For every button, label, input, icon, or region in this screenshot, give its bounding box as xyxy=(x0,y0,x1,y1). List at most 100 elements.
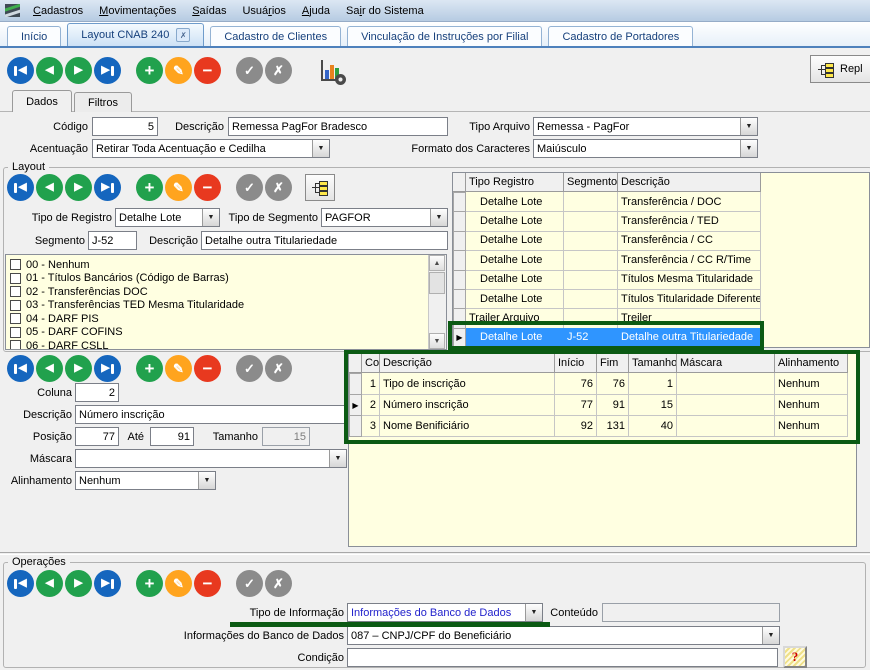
operations-insert-record-button[interactable]: + xyxy=(136,570,163,597)
grid-cell[interactable] xyxy=(677,373,775,395)
list-item[interactable]: 02 - Transferências DOC xyxy=(10,285,148,298)
operations-delete-record-button[interactable]: − xyxy=(194,570,221,597)
columns-edit-record-button[interactable]: ✎ xyxy=(165,355,192,382)
grid-cell[interactable]: Detalhe Lote xyxy=(466,270,564,290)
grid-cell[interactable]: Títulos Titularidade Diferente xyxy=(618,289,761,309)
colunas-grid[interactable]: Col.DescriçãoInícioFimTamanhoMáscaraAlin… xyxy=(348,353,857,547)
grid-cell[interactable]: 1 xyxy=(629,373,677,395)
grid-cell[interactable]: J-52 xyxy=(564,328,618,348)
grid-cell[interactable]: Nenhum xyxy=(775,373,848,395)
scroll-down-icon[interactable]: ▼ xyxy=(429,333,445,349)
grid-cell[interactable] xyxy=(564,231,618,251)
grid-cell[interactable]: Número inscrição xyxy=(380,394,555,416)
tipo-arquivo-combo[interactable]: Remessa - PagFor ▼ xyxy=(533,117,758,136)
list-item[interactable]: 05 - DARF COFINS xyxy=(10,326,123,339)
grid-cell[interactable]: Nome Benificiário xyxy=(380,415,555,437)
tab-cadastro-de-portadores[interactable]: Cadastro de Portadores xyxy=(548,26,693,46)
grid-cell[interactable]: 1 xyxy=(362,373,380,395)
row-indicator[interactable] xyxy=(453,211,466,231)
layout-insert-record-button[interactable]: + xyxy=(136,174,163,201)
grid-cell[interactable]: Títulos Mesma Titularidade xyxy=(618,270,761,290)
tipo-registro-combo[interactable]: Detalhe Lote ▼ xyxy=(115,208,220,227)
tab-dados[interactable]: Dados xyxy=(12,90,72,112)
grid-cell[interactable]: 40 xyxy=(629,415,677,437)
operations-last-record-button[interactable]: ▶ xyxy=(94,570,121,597)
replicate-button[interactable]: Repl xyxy=(810,55,870,83)
tab-close-icon[interactable]: ✗ xyxy=(176,28,190,42)
grid-cell[interactable]: Nenhum xyxy=(775,394,848,416)
main-post-record-button[interactable]: ✓ xyxy=(236,57,263,84)
chevron-down-icon[interactable]: ▼ xyxy=(762,627,779,644)
list-item[interactable]: 03 - Transferências TED Mesma Titularida… xyxy=(10,299,244,312)
operations-post-record-button[interactable]: ✓ xyxy=(236,570,263,597)
scroll-up-icon[interactable]: ▲ xyxy=(429,255,445,271)
grid-cell[interactable] xyxy=(564,250,618,270)
main-cancel-record-button[interactable]: ✗ xyxy=(265,57,292,84)
row-indicator[interactable] xyxy=(453,192,466,212)
tab-vinculacao-de-instrucoes-por-filial[interactable]: Vinculação de Instruções por Filial xyxy=(347,26,542,46)
grid-cell[interactable]: Transferência / TED xyxy=(618,211,761,231)
grid-cell[interactable]: Transferência / CC R/Time xyxy=(618,250,761,270)
chevron-down-icon[interactable]: ▼ xyxy=(430,209,447,226)
main-insert-record-button[interactable]: + xyxy=(136,57,163,84)
grid-cell[interactable]: Nenhum xyxy=(775,415,848,437)
layout-descricao-input[interactable] xyxy=(201,231,448,250)
chevron-down-icon[interactable]: ▼ xyxy=(740,140,757,157)
columns-next-record-button[interactable]: ▶ xyxy=(65,355,92,382)
grid-cell[interactable]: Transferência / DOC xyxy=(618,192,761,212)
columns-post-record-button[interactable]: ✓ xyxy=(236,355,263,382)
coluna-input[interactable] xyxy=(75,383,119,402)
grid-cell[interactable] xyxy=(564,211,618,231)
checkbox[interactable] xyxy=(10,259,21,270)
layout-replicate-button[interactable] xyxy=(305,174,335,201)
layout-prior-record-button[interactable]: ◀ xyxy=(36,174,63,201)
row-indicator[interactable] xyxy=(453,231,466,251)
occurrence-listbox[interactable]: ▲ ▼ 00 - Nenhum01 - Títulos Bancários (C… xyxy=(5,254,447,350)
menu-item-usuarios[interactable]: Usuários xyxy=(234,3,293,19)
list-item[interactable]: 06 - DARF CSLL xyxy=(10,339,109,350)
tipo-segmento-combo[interactable]: PAGFOR ▼ xyxy=(321,208,448,227)
checkbox[interactable] xyxy=(10,300,21,311)
operations-cancel-record-button[interactable]: ✗ xyxy=(265,570,292,597)
chevron-down-icon[interactable]: ▼ xyxy=(329,450,346,467)
grid-cell[interactable]: Detalhe Lote xyxy=(466,328,564,348)
tab-cadastro-de-clientes[interactable]: Cadastro de Clientes xyxy=(210,26,341,46)
list-scrollbar[interactable]: ▲ ▼ xyxy=(428,255,446,349)
formato-caracteres-combo[interactable]: Maiúsculo ▼ xyxy=(533,139,758,158)
chart-settings-button[interactable] xyxy=(318,57,346,85)
grid-cell[interactable]: Detalhe Lote xyxy=(466,289,564,309)
row-indicator[interactable] xyxy=(453,289,466,309)
operations-first-record-button[interactable]: ◀ xyxy=(7,570,34,597)
operations-next-record-button[interactable]: ▶ xyxy=(65,570,92,597)
checkbox[interactable] xyxy=(10,327,21,338)
operations-edit-record-button[interactable]: ✎ xyxy=(165,570,192,597)
row-indicator[interactable] xyxy=(453,270,466,290)
grid-cell[interactable]: 15 xyxy=(629,394,677,416)
row-indicator[interactable]: ▶ xyxy=(349,394,362,416)
menu-item-saidas[interactable]: Saídas xyxy=(184,3,234,19)
chevron-down-icon[interactable]: ▼ xyxy=(202,209,219,226)
columns-insert-record-button[interactable]: + xyxy=(136,355,163,382)
grid-cell[interactable]: 131 xyxy=(597,415,629,437)
row-indicator[interactable] xyxy=(453,308,466,328)
mascara-combo[interactable]: ▼ xyxy=(75,449,347,468)
layout-first-record-button[interactable]: ◀ xyxy=(7,174,34,201)
layout-post-record-button[interactable]: ✓ xyxy=(236,174,263,201)
main-prior-record-button[interactable]: ◀ xyxy=(36,57,63,84)
checkbox[interactable] xyxy=(10,273,21,284)
row-indicator[interactable] xyxy=(349,415,362,437)
columns-last-record-button[interactable]: ▶ xyxy=(94,355,121,382)
main-next-record-button[interactable]: ▶ xyxy=(65,57,92,84)
columns-cancel-record-button[interactable]: ✗ xyxy=(265,355,292,382)
grid-cell[interactable] xyxy=(564,192,618,212)
columns-first-record-button[interactable]: ◀ xyxy=(7,355,34,382)
grid-cell[interactable]: 76 xyxy=(597,373,629,395)
descricao-input[interactable] xyxy=(228,117,448,136)
alinhamento-combo[interactable]: Nenhum ▼ xyxy=(75,471,216,490)
grid-cell[interactable]: Tipo de inscrição xyxy=(380,373,555,395)
condicao-input[interactable] xyxy=(347,648,778,667)
grid-cell[interactable]: Detalhe Lote xyxy=(466,211,564,231)
grid-cell[interactable] xyxy=(564,270,618,290)
menu-item-cadastros[interactable]: Cadastros xyxy=(25,3,91,19)
grid-cell[interactable]: 76 xyxy=(555,373,597,395)
